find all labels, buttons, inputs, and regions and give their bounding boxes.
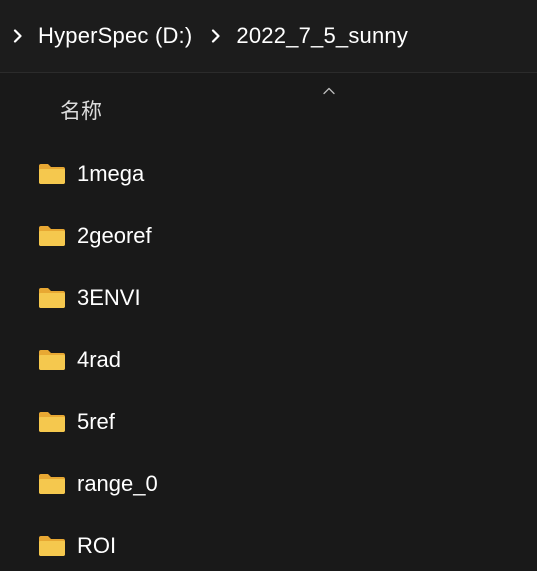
- list-item[interactable]: 1mega: [0, 143, 537, 205]
- list-item[interactable]: range_0: [0, 453, 537, 515]
- file-name: 5ref: [77, 409, 115, 434]
- breadcrumb-item-folder[interactable]: 2022_7_5_sunny: [236, 23, 408, 49]
- folder-icon: [38, 411, 66, 433]
- list-item[interactable]: 4rad: [0, 329, 537, 391]
- folder-icon: [38, 225, 66, 247]
- list-item[interactable]: ROI: [0, 515, 537, 571]
- file-explorer-window: HyperSpec (D:) 2022_7_5_sunny 名称 1mega 2…: [0, 0, 537, 571]
- chevron-right-icon[interactable]: [210, 28, 222, 44]
- folder-icon: [38, 349, 66, 371]
- list-item[interactable]: 2georef: [0, 205, 537, 267]
- breadcrumb-item-drive[interactable]: HyperSpec (D:): [38, 23, 192, 49]
- list-item[interactable]: 3ENVI: [0, 267, 537, 329]
- folder-icon: [38, 163, 66, 185]
- file-list: 1mega 2georef 3ENVI 4rad 5ref range_0 RO…: [0, 143, 537, 571]
- folder-icon: [38, 535, 66, 557]
- column-header: 名称: [0, 73, 537, 143]
- file-name: 4rad: [77, 347, 122, 372]
- breadcrumb: HyperSpec (D:) 2022_7_5_sunny: [0, 0, 537, 72]
- file-name: range_0: [77, 471, 158, 496]
- column-header-name[interactable]: 名称: [60, 95, 102, 125]
- chevron-right-icon[interactable]: [12, 28, 24, 44]
- folder-icon: [38, 473, 66, 495]
- file-name: 2georef: [77, 223, 152, 248]
- folder-icon: [38, 287, 66, 309]
- file-name: ROI: [77, 533, 117, 558]
- file-name: 3ENVI: [77, 285, 141, 310]
- file-name: 1mega: [77, 161, 145, 186]
- chevron-up-icon: [322, 83, 336, 95]
- list-item[interactable]: 5ref: [0, 391, 537, 453]
